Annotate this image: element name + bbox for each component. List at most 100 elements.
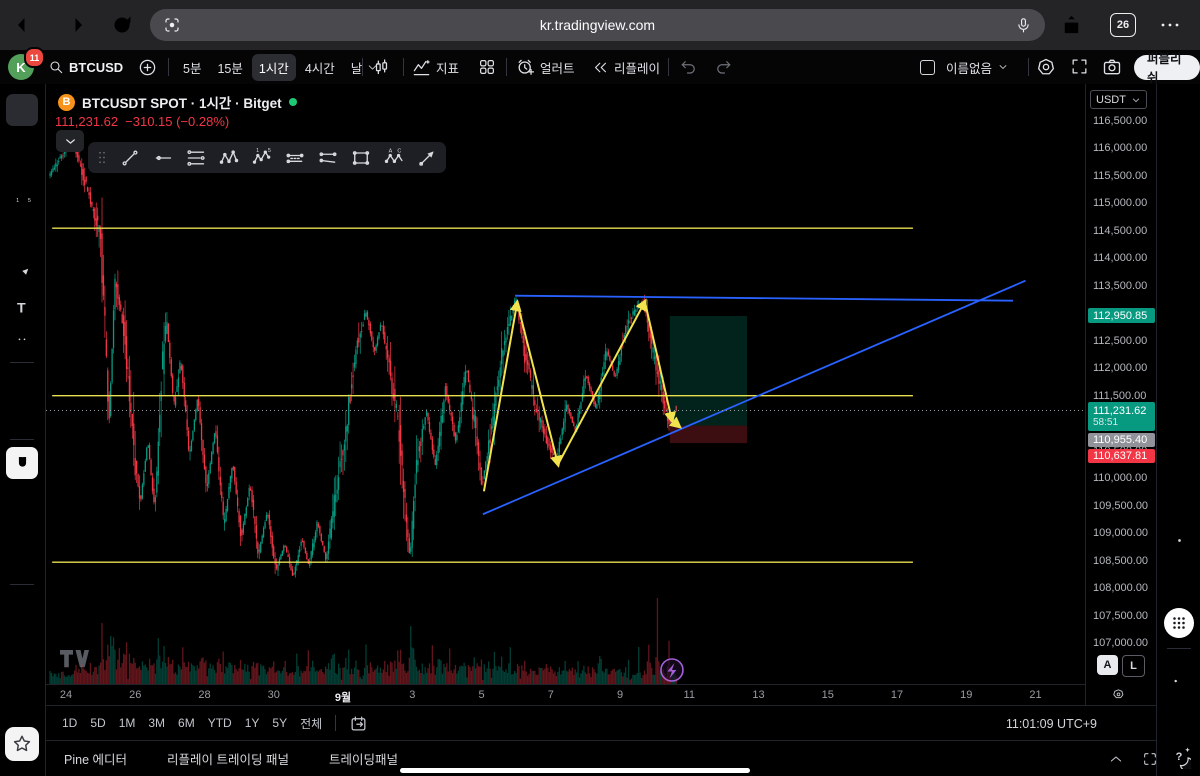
price-chart-canvas[interactable] <box>46 84 1085 684</box>
fib-retracement-tool[interactable] <box>6 159 38 191</box>
tv-toolbar: BTCUSD 5분 15분 1시간 4시간 날 지표 얼러트 <box>0 50 1200 85</box>
zoom-in-tool[interactable] <box>6 403 38 435</box>
timezone-clock[interactable]: 11:01:09 UTC+9 <box>1006 706 1097 741</box>
arrow-marker-icon[interactable] <box>416 147 437 168</box>
range-ytd[interactable]: YTD <box>208 716 232 730</box>
fib-retracement-icon[interactable] <box>185 147 206 168</box>
time-tick: 9월 <box>335 689 351 705</box>
tf-1h[interactable]: 1시간 <box>252 54 296 81</box>
tab-counter[interactable]: 26 <box>1110 13 1136 37</box>
layout-name-button[interactable]: 이름없음 <box>920 50 1009 84</box>
drawing-lock-tool[interactable] <box>6 481 38 513</box>
range-1y[interactable]: 1Y <box>245 716 260 730</box>
tf-4h[interactable]: 4시간 <box>298 54 342 81</box>
chat-icon[interactable] <box>1165 214 1193 242</box>
compare-add-button[interactable] <box>138 50 157 84</box>
price-tick: 108,000.00 <box>1093 582 1148 594</box>
trend-line-icon[interactable] <box>119 147 140 168</box>
arrow-tool[interactable] <box>6 259 38 291</box>
collapse-toolbar-button[interactable] <box>56 130 84 152</box>
url-bar[interactable]: kr.tradingview.com <box>150 9 1045 41</box>
goto-date-icon[interactable] <box>349 714 368 733</box>
symbol-search[interactable]: BTCUSD <box>48 50 123 84</box>
settings-icon[interactable] <box>1036 57 1056 77</box>
redo-icon[interactable] <box>714 58 732 76</box>
mic-icon[interactable] <box>1013 15 1033 35</box>
parallel-channel-icon[interactable] <box>284 147 305 168</box>
object-tree-icon[interactable] <box>1165 174 1193 202</box>
price-tick: 116,000.00 <box>1093 142 1147 154</box>
divider <box>10 362 34 363</box>
tab-pine-editor[interactable]: Pine 에디터 <box>64 749 127 768</box>
fullscreen-icon[interactable] <box>1070 57 1089 76</box>
price-tick: 114,000.00 <box>1093 252 1147 264</box>
time-tick: 24 <box>60 689 72 701</box>
magnet-tool[interactable] <box>6 447 38 479</box>
reload-icon[interactable] <box>110 13 134 37</box>
favorites-star-button[interactable] <box>5 727 39 761</box>
streams-signal-icon[interactable] <box>1165 660 1193 688</box>
log-scale-button[interactable]: L <box>1122 655 1145 677</box>
drag-handle-icon[interactable] <box>97 147 107 168</box>
panel-maximize-icon[interactable] <box>1140 749 1160 769</box>
publish-button[interactable]: 퍼블리쉬 <box>1134 55 1200 80</box>
hide-drawings-tool[interactable] <box>6 547 38 579</box>
tab-trading-panel[interactable]: 트레이딩패널 <box>329 749 398 768</box>
parallel-channel-tool[interactable] <box>6 226 38 258</box>
gauge-icon[interactable] <box>1165 526 1193 554</box>
disjoint-channel-icon[interactable] <box>317 147 338 168</box>
back-icon[interactable] <box>14 13 38 37</box>
time-tick: 30 <box>268 689 280 701</box>
text-tool[interactable]: T <box>6 292 38 324</box>
chart-style-button[interactable] <box>372 50 391 84</box>
indicators-button[interactable]: 지표 <box>412 50 459 84</box>
apps-grid-icon[interactable] <box>1164 608 1194 638</box>
chart-legend[interactable]: B BTCUSDT SPOT · 1시간 · Bitget <box>58 92 297 112</box>
auto-scale-button[interactable]: A <box>1097 655 1118 675</box>
camera-icon[interactable] <box>1102 57 1122 77</box>
chevron-down-icon <box>997 61 1009 73</box>
range-5y[interactable]: 5Y <box>272 716 287 730</box>
range-5d[interactable]: 5D <box>90 716 105 730</box>
rectangle-icon[interactable] <box>350 147 371 168</box>
replay-button[interactable]: 리플레이 <box>592 50 660 84</box>
range-1d[interactable]: 1D <box>62 716 77 730</box>
range-all[interactable]: 전체 <box>300 715 322 732</box>
emoji-tool[interactable] <box>6 325 38 357</box>
remove-drawings-tool[interactable] <box>6 591 38 623</box>
crosshair-tool[interactable] <box>6 94 38 126</box>
stop-price-label: 110,637.81 <box>1088 449 1155 463</box>
xabcd-pattern-icon[interactable] <box>218 147 239 168</box>
tab-replay-trading-panel[interactable]: 리플레이 트레이딩 패널 <box>167 749 289 768</box>
abcd-pattern-icon[interactable]: AC <box>383 147 404 168</box>
panel-expand-chevron-icon[interactable] <box>1106 749 1126 769</box>
overflow-menu-icon[interactable] <box>1158 13 1182 37</box>
range-6m[interactable]: 6M <box>178 716 195 730</box>
range-3m[interactable]: 3M <box>148 716 165 730</box>
price-axis[interactable]: USDT 116,500.00116,000.00115,500.00115,0… <box>1085 84 1157 705</box>
horizontal-ray-icon[interactable] <box>152 147 173 168</box>
alerts-clock-icon[interactable] <box>1165 134 1193 162</box>
notifications-bell-icon[interactable] <box>1165 701 1193 729</box>
tf-15m[interactable]: 15분 <box>210 54 249 81</box>
elliott-wave-icon[interactable]: 15 <box>251 147 272 168</box>
elliott-wave-tool[interactable]: 15 <box>6 192 38 224</box>
undo-icon[interactable] <box>680 58 698 76</box>
lock-all-tool[interactable] <box>6 514 38 546</box>
range-1m[interactable]: 1M <box>119 716 136 730</box>
axis-settings-gear-icon[interactable] <box>1111 687 1126 702</box>
tf-5m[interactable]: 5분 <box>176 54 208 81</box>
lens-icon[interactable] <box>162 15 182 35</box>
help-icon[interactable]: ? <box>1165 743 1193 771</box>
time-axis[interactable]: 242628309월3579111315171921 <box>46 684 1085 706</box>
calendar-icon[interactable] <box>1165 567 1193 595</box>
watchlist-icon[interactable] <box>1165 94 1193 122</box>
layout-grid-button[interactable] <box>478 50 496 84</box>
forward-icon[interactable] <box>62 13 86 37</box>
alert-button[interactable]: 얼러트 <box>516 50 575 84</box>
ruler-tool[interactable] <box>6 369 38 401</box>
share-icon[interactable] <box>1060 13 1084 37</box>
chart-pane[interactable]: B BTCUSDT SPOT · 1시간 · Bitget 111,231.62… <box>46 84 1085 684</box>
trend-line-tool[interactable] <box>6 126 38 158</box>
time-tick: 28 <box>198 689 210 701</box>
